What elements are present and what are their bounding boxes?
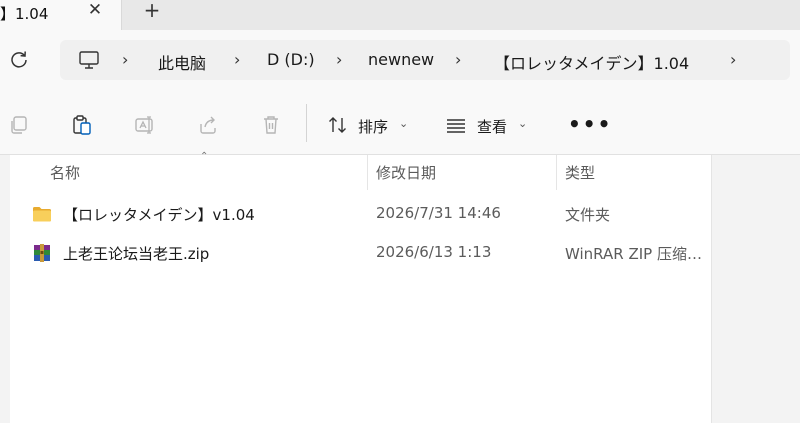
- navigation-bar: › 此电脑 › D (D:) › newnew › 【ロレッタメイデン】1.04…: [0, 30, 800, 92]
- file-date: 2026/7/31 14:46: [376, 204, 501, 222]
- column-divider[interactable]: [556, 155, 557, 190]
- breadcrumb-current-folder[interactable]: 【ロレッタメイデン】1.04: [494, 50, 689, 74]
- file-list: ⌃ 名称 修改日期 类型: [10, 151, 712, 423]
- more-options-icon[interactable]: •••: [568, 112, 612, 136]
- breadcrumb-separator[interactable]: ›: [730, 50, 736, 69]
- file-type: 文件夹: [565, 206, 611, 224]
- column-divider[interactable]: [367, 155, 368, 190]
- winrar-archive-icon: [34, 244, 50, 262]
- view-button[interactable]: 查看: [477, 116, 507, 137]
- close-tab-icon[interactable]: ✕: [86, 1, 104, 19]
- address-bar[interactable]: › 此电脑 › D (D:) › newnew › 【ロレッタメイデン】1.04…: [60, 40, 790, 80]
- paste-icon[interactable]: [71, 114, 93, 136]
- column-header-name[interactable]: 名称: [50, 162, 80, 183]
- file-date: 2026/6/13 1:13: [376, 243, 492, 261]
- view-icon[interactable]: [445, 114, 467, 136]
- content-area: ⌃ 名称 修改日期 类型 【ロレッタメイデン】v1.04 2026/7/31 1…: [0, 151, 800, 423]
- delete-icon[interactable]: [260, 114, 282, 136]
- breadcrumb-drive-d[interactable]: D (D:): [267, 50, 315, 69]
- breadcrumb-separator[interactable]: ›: [455, 50, 461, 69]
- new-tab-icon[interactable]: +: [142, 0, 162, 20]
- breadcrumb-newnew[interactable]: newnew: [368, 50, 434, 69]
- copy-icon[interactable]: [8, 114, 30, 136]
- sort-ascending-icon: ⌃: [200, 151, 209, 162]
- breadcrumb-separator[interactable]: ›: [122, 50, 128, 69]
- rename-icon[interactable]: [134, 114, 156, 136]
- file-name[interactable]: 上老王论坛当老王.zip: [63, 243, 209, 264]
- this-pc-icon[interactable]: [78, 49, 100, 71]
- file-row[interactable]: 上老王论坛当老王.zip 2026/6/13 1:13 WinRAR ZIP 压…: [10, 236, 705, 270]
- folder-icon: [33, 207, 51, 222]
- file-type: WinRAR ZIP 压缩文件: [565, 245, 705, 263]
- chevron-down-icon[interactable]: ⌄: [518, 117, 527, 130]
- tab-title: 】1.04: [0, 5, 49, 23]
- sort-button[interactable]: 排序: [358, 116, 388, 137]
- command-bar: 排序 ⌄ 查看 ⌄ •••: [0, 92, 800, 155]
- file-name[interactable]: 【ロレッタメイデン】v1.04: [63, 204, 255, 225]
- toolbar-divider: [306, 104, 307, 142]
- breadcrumb-this-pc[interactable]: 此电脑: [158, 50, 206, 74]
- column-header-date[interactable]: 修改日期: [376, 162, 436, 183]
- breadcrumb-separator[interactable]: ›: [336, 50, 342, 69]
- sort-icon[interactable]: [327, 114, 349, 136]
- breadcrumb-separator[interactable]: ›: [234, 50, 240, 69]
- refresh-icon[interactable]: [8, 48, 30, 70]
- column-header-type[interactable]: 类型: [565, 162, 595, 183]
- tab-strip: 】1.04 ✕ +: [0, 0, 800, 30]
- chevron-down-icon[interactable]: ⌄: [399, 117, 408, 130]
- tab-current-folder[interactable]: 】1.04 ✕: [0, 0, 122, 30]
- share-icon[interactable]: [197, 114, 219, 136]
- file-row[interactable]: 【ロレッタメイデン】v1.04 2026/7/31 14:46 文件夹: [10, 197, 702, 231]
